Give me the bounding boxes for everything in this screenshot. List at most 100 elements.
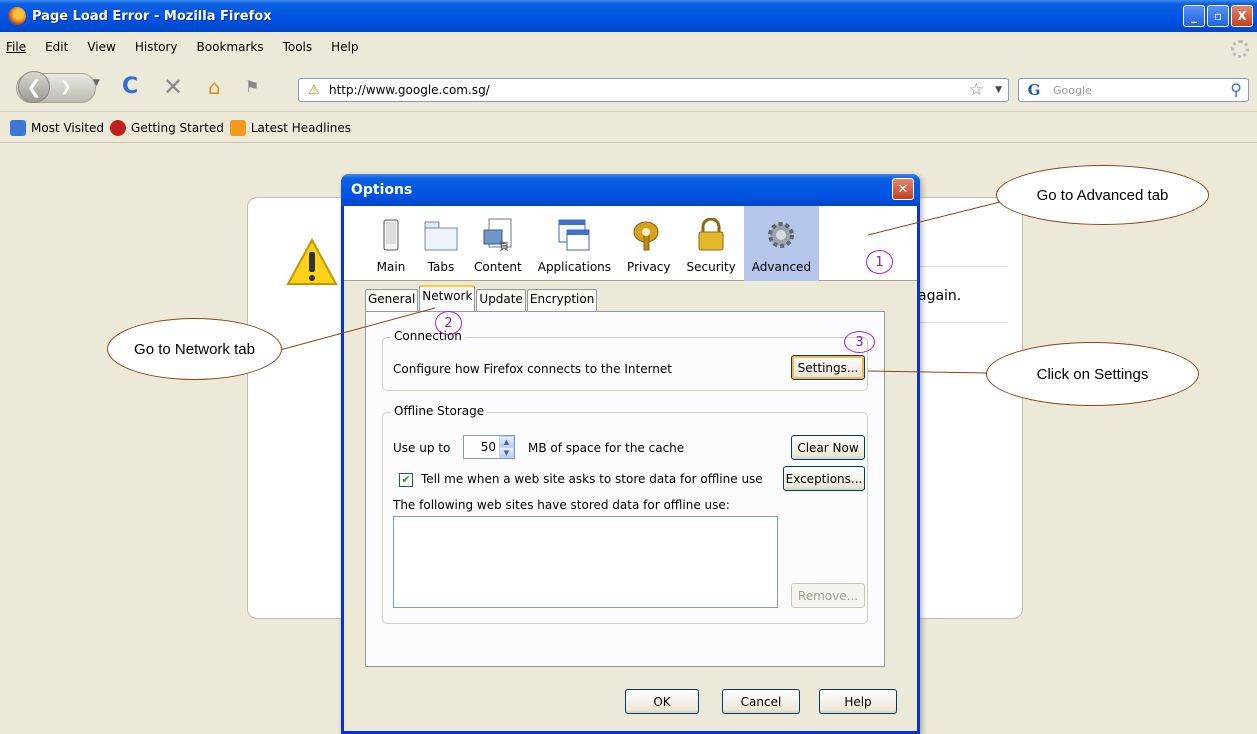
- offline-sites-list[interactable]: [393, 516, 778, 608]
- pane-main[interactable]: Main: [366, 206, 416, 281]
- warning-icon: ⚠: [308, 82, 320, 98]
- remove-label: Remove...: [797, 588, 859, 603]
- error-text: again.: [918, 288, 962, 304]
- home-icon[interactable]: ⌂: [208, 76, 221, 98]
- pane-security[interactable]: Security: [679, 206, 744, 281]
- url-text[interactable]: http://www.google.com.sg/: [329, 83, 490, 97]
- help-button[interactable]: Help: [819, 689, 897, 714]
- reload-icon[interactable]: C: [122, 76, 138, 98]
- pane-content[interactable]: 頁 Content: [466, 206, 530, 281]
- window-controls: _ ▫ X: [1183, 5, 1253, 27]
- maximize-button[interactable]: ▫: [1207, 5, 1229, 27]
- rss-icon: [229, 119, 246, 136]
- pane-selector: Main Tabs 頁 Content Applications Privacy: [344, 206, 917, 281]
- security-pane-icon: [694, 217, 728, 252]
- pane-privacy[interactable]: Privacy: [619, 206, 678, 281]
- tabs-pane-icon: [424, 218, 458, 252]
- bookmark-getting-started[interactable]: Getting Started: [110, 119, 224, 136]
- spin-up-icon[interactable]: ▲: [499, 436, 514, 447]
- offline-notify-checkbox[interactable]: ✔: [399, 473, 413, 487]
- annotation-settings-text: Click on Settings: [1036, 365, 1149, 383]
- getting-started-icon: [110, 119, 127, 136]
- offline-notify-label[interactable]: Tell me when a web site asks to store da…: [421, 472, 763, 486]
- exceptions-label: Exceptions...: [785, 471, 863, 486]
- bookmark-latest-headlines[interactable]: Latest Headlines: [229, 119, 352, 136]
- close-window-button[interactable]: X: [1231, 5, 1253, 27]
- pane-label: Main: [376, 260, 406, 274]
- bookmark-label: Latest Headlines: [250, 120, 352, 135]
- clear-now-button[interactable]: Clear Now: [791, 435, 865, 460]
- minimize-button[interactable]: _: [1183, 5, 1205, 27]
- advanced-subtabs: General Network Update Encryption: [365, 285, 598, 311]
- bookmark-most-visited[interactable]: Most Visited: [10, 119, 105, 136]
- annotation-settings: Click on Settings: [986, 342, 1199, 406]
- annotation-network: Go to Network tab: [107, 318, 282, 380]
- exceptions-button[interactable]: Exceptions...: [783, 466, 865, 491]
- addon-icon[interactable]: ⚑: [245, 76, 259, 98]
- pane-applications[interactable]: Applications: [530, 206, 619, 281]
- main-pane-icon: [374, 218, 408, 252]
- url-bar[interactable]: ⚠ http://www.google.com.sg/ ☆ ▼: [298, 78, 1009, 102]
- pane-advanced[interactable]: Advanced: [743, 206, 820, 281]
- navigation-toolbar: ❮ ❯ ▼ C ✕ ⌂ ⚑ ⚠ http://www.google.com.sg…: [0, 62, 1257, 112]
- stop-icon[interactable]: ✕: [163, 75, 183, 99]
- menu-file-label: File: [6, 40, 27, 54]
- settings-button-label: Settings...: [797, 360, 859, 375]
- connection-description: Configure how Firefox connects to the In…: [393, 362, 672, 376]
- bookmarks-toolbar: Most Visited Getting Started Latest Head…: [0, 113, 1257, 143]
- advanced-pane-icon: [764, 218, 798, 252]
- applications-pane-icon: [557, 218, 591, 252]
- clear-now-label: Clear Now: [797, 440, 859, 455]
- dialog-close-button[interactable]: ✕: [892, 178, 914, 200]
- menu-help[interactable]: Help: [331, 40, 358, 54]
- network-tab-panel: Connection Configure how Firefox connect…: [365, 311, 885, 667]
- remove-button[interactable]: Remove...: [791, 583, 865, 608]
- search-magnifier-icon[interactable]: ⚲: [1230, 80, 1242, 99]
- options-dialog: Options ✕ Main Tabs 頁 Content Applicatio…: [341, 174, 920, 734]
- help-label: Help: [844, 694, 872, 709]
- window-title: Page Load Error - Mozilla Firefox: [32, 8, 272, 24]
- tab-encryption[interactable]: Encryption: [526, 289, 598, 311]
- search-bar[interactable]: G Google ⚲: [1018, 78, 1249, 102]
- settings-button[interactable]: Settings...: [791, 355, 865, 380]
- menu-bar: File Edit View History Bookmarks Tools H…: [0, 32, 1257, 62]
- tab-general[interactable]: General: [365, 289, 419, 311]
- tab-update[interactable]: Update: [476, 289, 526, 311]
- step-3-text: 3: [855, 334, 864, 350]
- url-dropdown-icon[interactable]: ▼: [995, 85, 1002, 95]
- tab-network[interactable]: Network: [419, 285, 476, 311]
- cancel-button[interactable]: Cancel: [722, 689, 800, 714]
- privacy-pane-icon: [632, 218, 666, 252]
- pane-label: Content: [474, 260, 522, 274]
- google-engine-icon[interactable]: G: [1019, 79, 1049, 101]
- back-button[interactable]: ❮: [18, 71, 50, 103]
- menu-edit[interactable]: Edit: [45, 40, 68, 54]
- dialog-title: Options: [351, 182, 413, 198]
- offline-sites-label: The following web sites have stored data…: [393, 498, 730, 512]
- offline-storage-group: Offline Storage Use up to 50 ▲ ▼ MB of s…: [382, 404, 868, 624]
- bookmark-label: Most Visited: [31, 120, 105, 135]
- cache-size-spinner[interactable]: 50 ▲ ▼: [463, 435, 515, 459]
- pane-label: Privacy: [627, 260, 671, 274]
- ok-label: OK: [653, 694, 671, 709]
- ok-button[interactable]: OK: [625, 689, 699, 714]
- pane-label: Advanced: [751, 260, 812, 274]
- spin-down-icon[interactable]: ▼: [499, 447, 514, 458]
- annotation-advanced: Go to Advanced tab: [996, 165, 1209, 225]
- search-input[interactable]: Google: [1053, 84, 1092, 97]
- menu-bookmarks[interactable]: Bookmarks: [197, 40, 264, 54]
- step-1-marker: 1: [866, 250, 893, 274]
- menu-tools[interactable]: Tools: [283, 40, 313, 54]
- offline-storage-label: Offline Storage: [391, 404, 488, 418]
- cache-size-value[interactable]: 50: [464, 440, 499, 454]
- divider: [908, 266, 1008, 267]
- annotation-advanced-text: Go to Advanced tab: [1036, 186, 1169, 204]
- menu-history[interactable]: History: [135, 40, 178, 54]
- star-icon[interactable]: ☆: [969, 80, 984, 100]
- pane-tabs[interactable]: Tabs: [416, 206, 466, 281]
- menu-file[interactable]: File: [6, 40, 26, 54]
- menu-view[interactable]: View: [87, 40, 115, 54]
- forward-button[interactable]: ❯: [60, 79, 72, 95]
- warning-triangle-icon: [286, 238, 338, 285]
- history-dropdown-icon[interactable]: ▼: [93, 78, 100, 88]
